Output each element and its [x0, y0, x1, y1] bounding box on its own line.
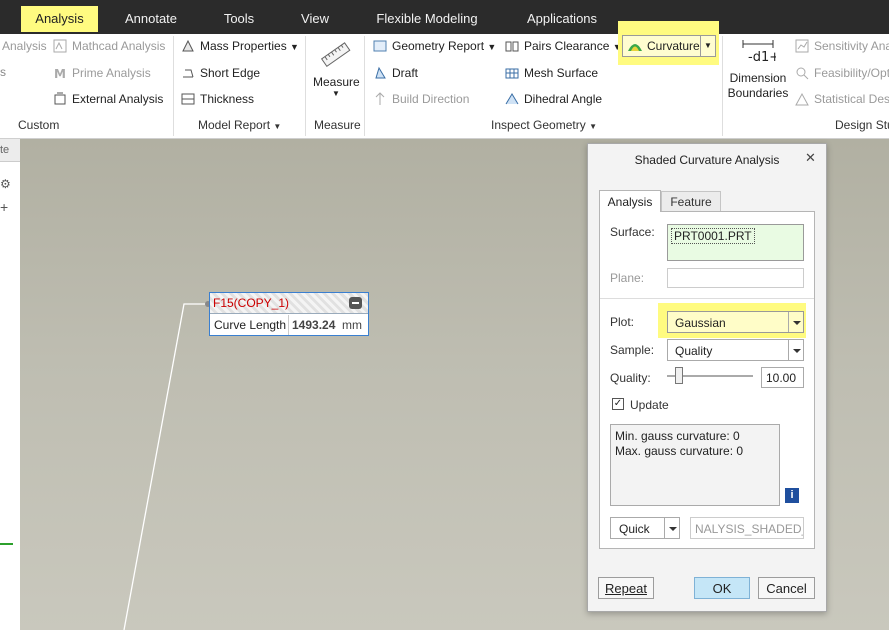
chevron-down-icon: [664, 518, 679, 538]
results-box: Min. gauss curvature: 0 Max. gauss curva…: [610, 424, 780, 506]
quality-slider-handle[interactable]: [675, 367, 683, 384]
shaded-curvature-dialog: Shaded Curvature Analysis ✕ Analysis Fea…: [587, 143, 827, 612]
cancel-button[interactable]: Cancel: [758, 577, 815, 599]
feature-note[interactable]: F15(COPY_1) Curve Length 1493.24 mm: [209, 292, 369, 336]
max-gauss-curvature: Max. gauss curvature: 0: [615, 444, 744, 458]
analysis-name-value: NALYSIS_SHADED_1: [695, 522, 804, 536]
sample-label: Sample:: [610, 343, 655, 357]
curve-length-unit: mm: [342, 318, 362, 332]
quality-value: 10.00: [766, 371, 797, 385]
curve-length-label: Curve Length: [214, 318, 287, 332]
surface-label: Surface:: [610, 225, 655, 239]
analysis-name-field[interactable]: NALYSIS_SHADED_1: [690, 517, 804, 539]
min-gauss-curvature: Min. gauss curvature: 0: [615, 429, 740, 443]
sample-value: Quality: [675, 344, 713, 358]
analysis-tab-panel: Surface: PRT0001.PRT Plane: Plot: Gaussi…: [599, 211, 815, 549]
plot-label: Plot:: [610, 315, 635, 329]
feature-name: F15(COPY_1): [213, 296, 290, 310]
tab-analysis[interactable]: Analysis: [599, 190, 661, 212]
chevron-down-icon: [788, 340, 803, 360]
collapse-icon[interactable]: [349, 297, 362, 309]
update-label: Update: [630, 398, 669, 412]
chevron-down-icon: [788, 312, 803, 332]
plot-value: Gaussian: [675, 316, 726, 330]
ok-button[interactable]: OK: [694, 577, 750, 599]
sample-dropdown[interactable]: Quality: [667, 339, 804, 361]
close-icon[interactable]: ✕: [805, 150, 816, 166]
update-checkbox[interactable]: ✓: [612, 398, 624, 410]
plane-collector[interactable]: [667, 268, 804, 288]
quality-label: Quality:: [610, 371, 651, 385]
quick-dropdown[interactable]: Quick: [610, 517, 680, 539]
info-icon[interactable]: i: [785, 488, 799, 503]
dialog-title: Shaded Curvature Analysis: [634, 153, 780, 167]
dialog-title-bar[interactable]: Shaded Curvature Analysis ✕: [588, 144, 826, 176]
plane-label: Plane:: [610, 271, 645, 285]
curve-length-value: 1493.24: [292, 318, 336, 332]
plot-dropdown[interactable]: Gaussian: [667, 311, 804, 333]
surface-collector[interactable]: PRT0001.PRT: [667, 224, 804, 261]
tab-feature[interactable]: Feature: [661, 191, 721, 211]
quick-value: Quick: [619, 522, 650, 536]
repeat-button[interactable]: Repeat: [598, 577, 654, 599]
surface-value: PRT0001.PRT: [671, 228, 755, 244]
quality-input[interactable]: 10.00: [761, 367, 804, 388]
